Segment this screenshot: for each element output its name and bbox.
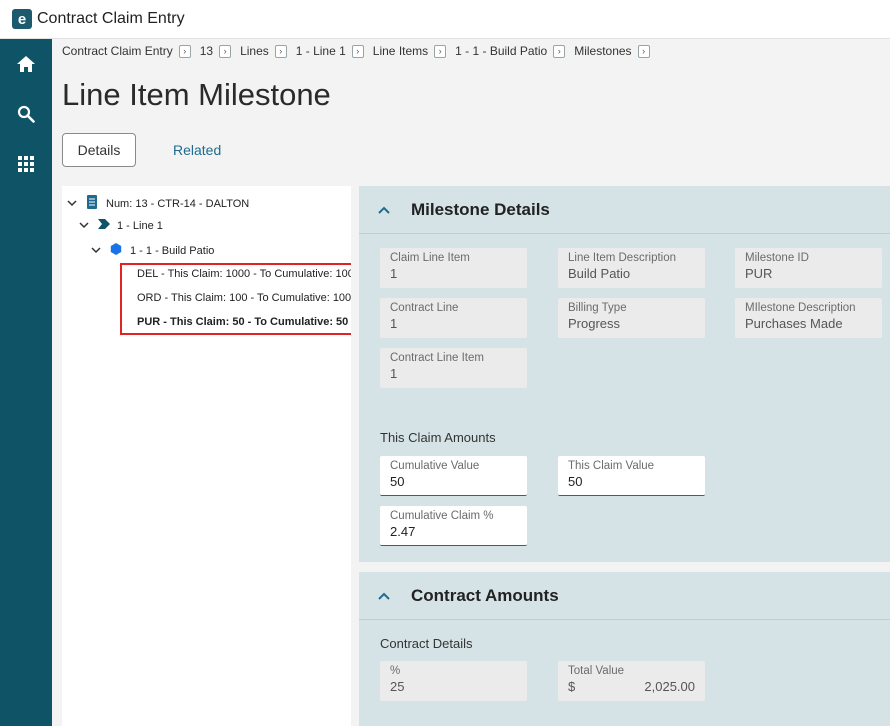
tree-node-label: 1 - 1 - Build Patio xyxy=(130,244,215,257)
tree-node-label: Num: 13 - CTR-14 - DALTON xyxy=(106,197,250,210)
tree-node-label: 1 - Line 1 xyxy=(117,219,163,232)
chevron-down-icon[interactable] xyxy=(66,198,78,210)
tab-details[interactable]: Details xyxy=(62,133,136,167)
breadcrumb: Contract Claim Entry › 13 › Lines › 1 - Lin… xyxy=(62,43,659,59)
tree-node-line[interactable]: 1 - Line 1 xyxy=(78,219,163,232)
contract-details-label: Contract Details xyxy=(380,636,473,651)
chevron-right-icon[interactable]: › xyxy=(637,44,650,58)
field-value: 25 xyxy=(390,679,405,694)
field-label: Total Value xyxy=(568,665,625,677)
field-label: Contract Line xyxy=(390,302,459,314)
tab-related[interactable]: Related xyxy=(173,142,221,158)
currency-symbol: $ xyxy=(568,679,576,694)
this-claim-value-input[interactable]: This Claim Value 50 xyxy=(558,456,705,496)
field-label: Contract Line Item xyxy=(390,352,484,364)
billing-type-field: Billing Type Progress xyxy=(558,298,705,338)
contract-amounts-header[interactable]: Contract Amounts xyxy=(359,572,890,620)
chevron-up-icon[interactable] xyxy=(377,589,391,603)
search-icon[interactable] xyxy=(0,94,52,134)
milestone-id-field: Milestone ID PUR xyxy=(735,248,882,288)
chevron-down-icon[interactable] xyxy=(78,220,90,232)
tree-node-label: PUR - This Claim: 50 - To Cumulative: 50… xyxy=(137,316,351,328)
field-value: 1 xyxy=(390,366,398,381)
contract-line-field: Contract Line 1 xyxy=(380,298,527,338)
tree-node-line-item[interactable]: 1 - 1 - Build Patio xyxy=(90,243,214,258)
chevron-right-icon[interactable]: › xyxy=(351,44,364,58)
cumulative-claim-percent-input[interactable]: Cumulative Claim % 2.47 xyxy=(380,506,527,546)
milestone-details-header[interactable]: Milestone Details xyxy=(359,186,890,234)
field-label: Cumulative Claim % xyxy=(390,510,494,522)
breadcrumb-item[interactable]: 13 xyxy=(200,44,213,58)
chevron-right-icon[interactable]: › xyxy=(178,44,191,58)
field-value: Progress xyxy=(568,316,621,331)
milestone-description-field: MIlestone Description Purchases Made xyxy=(735,298,882,338)
contract-amounts-panel: Contract Amounts Contract Details % 25 T… xyxy=(359,572,890,726)
chevron-right-icon[interactable]: › xyxy=(434,44,447,58)
field-value-row: $ 2,025.00 xyxy=(568,679,695,694)
panel-title: Contract Amounts xyxy=(411,585,559,605)
record-tree: Num: 13 - CTR-14 - DALTON 1 - Line 1 1 -… xyxy=(62,186,351,726)
claim-line-item-field: Claim Line Item 1 xyxy=(380,248,527,288)
percent-field: % 25 xyxy=(380,661,527,701)
field-value: Build Patio xyxy=(568,266,631,281)
field-label: Claim Line Item xyxy=(390,252,470,264)
field-value[interactable]: 2.47 xyxy=(390,524,517,539)
field-value: 1 xyxy=(390,266,398,281)
chevron-down-icon[interactable] xyxy=(90,245,102,257)
main-content: Contract Claim Entry › 13 › Lines › 1 - Lin… xyxy=(52,39,890,726)
field-value[interactable]: 50 xyxy=(390,474,517,489)
home-icon[interactable] xyxy=(0,44,52,84)
line-icon xyxy=(98,219,110,232)
left-nav xyxy=(0,39,52,726)
apps-grid-icon[interactable] xyxy=(0,144,52,184)
chevron-up-icon[interactable] xyxy=(377,203,391,217)
contract-line-item-field: Contract Line Item 1 xyxy=(380,348,527,388)
tree-node-root[interactable]: Num: 13 - CTR-14 - DALTON xyxy=(66,195,249,212)
tree-node-milestone-selected[interactable]: PUR - This Claim: 50 - To Cumulative: 50… xyxy=(126,316,351,328)
page-title: Line Item Milestone xyxy=(62,77,331,112)
field-label: Line Item Description xyxy=(568,252,677,264)
tree-node-label: DEL - This Claim: 1000 - To Cumulative: … xyxy=(137,268,351,280)
cumulative-value-input[interactable]: Cumulative Value 50 xyxy=(380,456,527,496)
field-label: This Claim Value xyxy=(568,460,655,472)
tree-node-label: ORD - This Claim: 100 - To Cumulative: 1… xyxy=(137,292,351,304)
line-item-icon xyxy=(110,243,122,258)
field-value[interactable]: 50 xyxy=(568,474,695,489)
title-bar: e Contract Claim Entry xyxy=(0,0,890,39)
app-title: Contract Claim Entry xyxy=(37,10,185,27)
field-value: 2,025.00 xyxy=(644,679,695,694)
field-value: Purchases Made xyxy=(745,316,843,331)
tree-node-milestone[interactable]: ORD - This Claim: 100 - To Cumulative: 1… xyxy=(126,292,351,304)
field-label: MIlestone Description xyxy=(745,302,856,314)
chevron-right-icon[interactable]: › xyxy=(274,44,287,58)
field-label: Billing Type xyxy=(568,302,627,314)
chevron-right-icon[interactable]: › xyxy=(219,44,232,58)
tree-node-milestone[interactable]: DEL - This Claim: 1000 - To Cumulative: … xyxy=(126,268,351,280)
breadcrumb-item[interactable]: Lines xyxy=(240,44,269,58)
breadcrumb-item[interactable]: Contract Claim Entry xyxy=(62,44,173,58)
chevron-right-icon[interactable]: › xyxy=(553,44,566,58)
total-value-field: Total Value $ 2,025.00 xyxy=(558,661,705,701)
breadcrumb-item[interactable]: Milestones xyxy=(574,44,631,58)
breadcrumb-item[interactable]: 1 - Line 1 xyxy=(296,44,346,58)
field-value: 1 xyxy=(390,316,398,331)
field-label: % xyxy=(390,665,401,677)
panel-title: Milestone Details xyxy=(411,199,550,219)
app-logo-icon: e xyxy=(12,9,32,29)
field-value: PUR xyxy=(745,266,773,281)
breadcrumb-item[interactable]: 1 - 1 - Build Patio xyxy=(455,44,547,58)
field-label: Milestone ID xyxy=(745,252,809,264)
milestone-details-panel: Milestone Details Claim Line Item 1 Line… xyxy=(359,186,890,562)
breadcrumb-item[interactable]: Line Items xyxy=(373,44,428,58)
field-label: Cumulative Value xyxy=(390,460,480,472)
this-claim-amounts-label: This Claim Amounts xyxy=(380,430,496,445)
line-item-description-field: Line Item Description Build Patio xyxy=(558,248,705,288)
contract-icon xyxy=(86,195,98,212)
